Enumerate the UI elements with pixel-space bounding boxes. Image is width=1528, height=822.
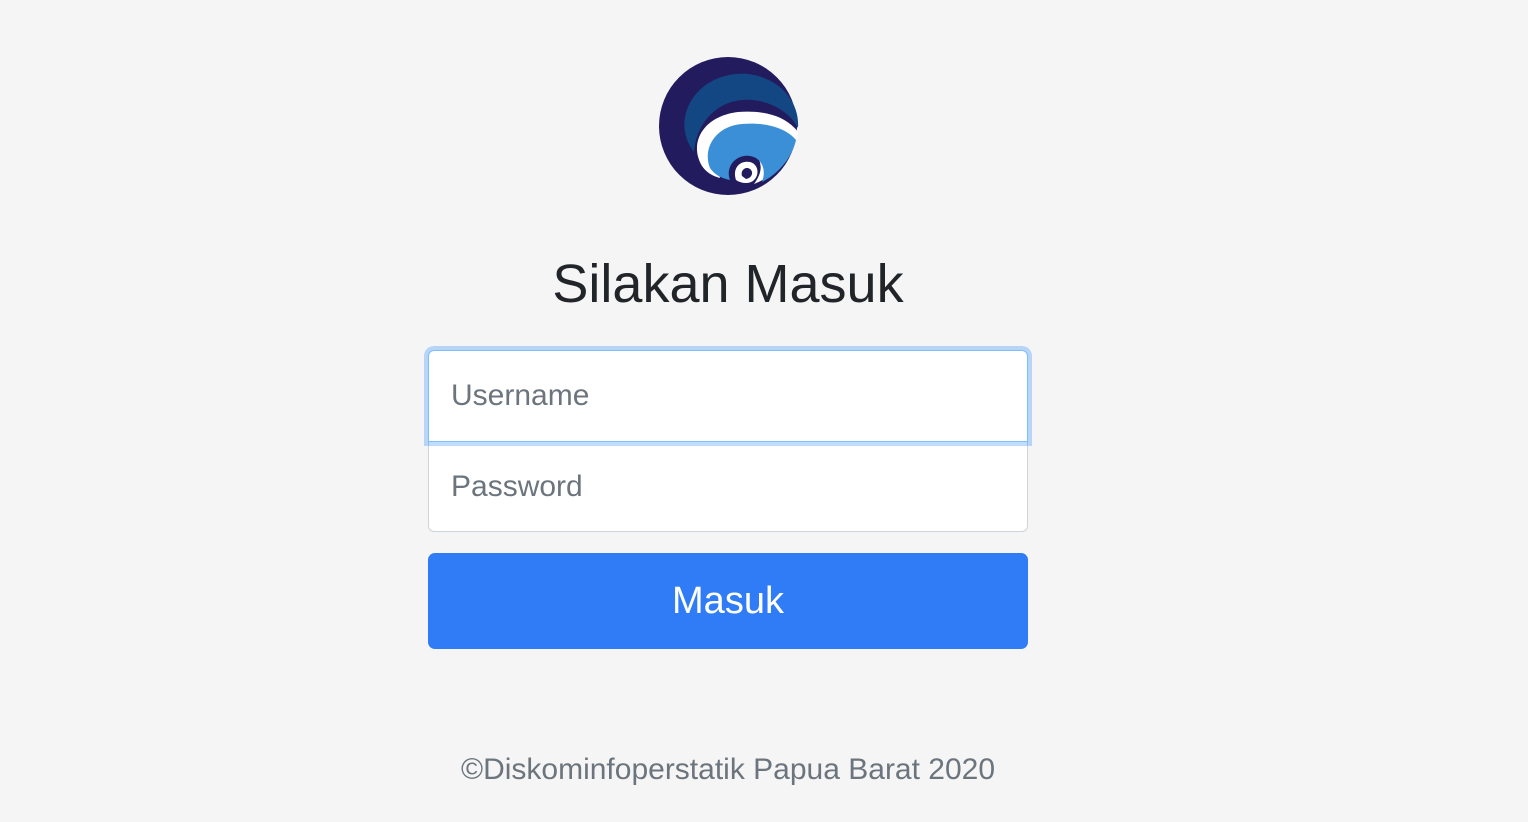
kominfo-logo-icon bbox=[659, 57, 799, 195]
login-button[interactable]: Masuk bbox=[428, 553, 1028, 649]
password-field[interactable] bbox=[428, 441, 1028, 532]
login-page: Silakan Masuk Masuk ©Diskominfoperstatik… bbox=[0, 0, 1528, 822]
footer-copyright: ©Diskominfoperstatik Papua Barat 2020 bbox=[460, 753, 996, 786]
page-title: Silakan Masuk bbox=[552, 254, 904, 314]
username-field[interactable] bbox=[428, 350, 1028, 442]
login-form: Masuk bbox=[428, 350, 1028, 649]
